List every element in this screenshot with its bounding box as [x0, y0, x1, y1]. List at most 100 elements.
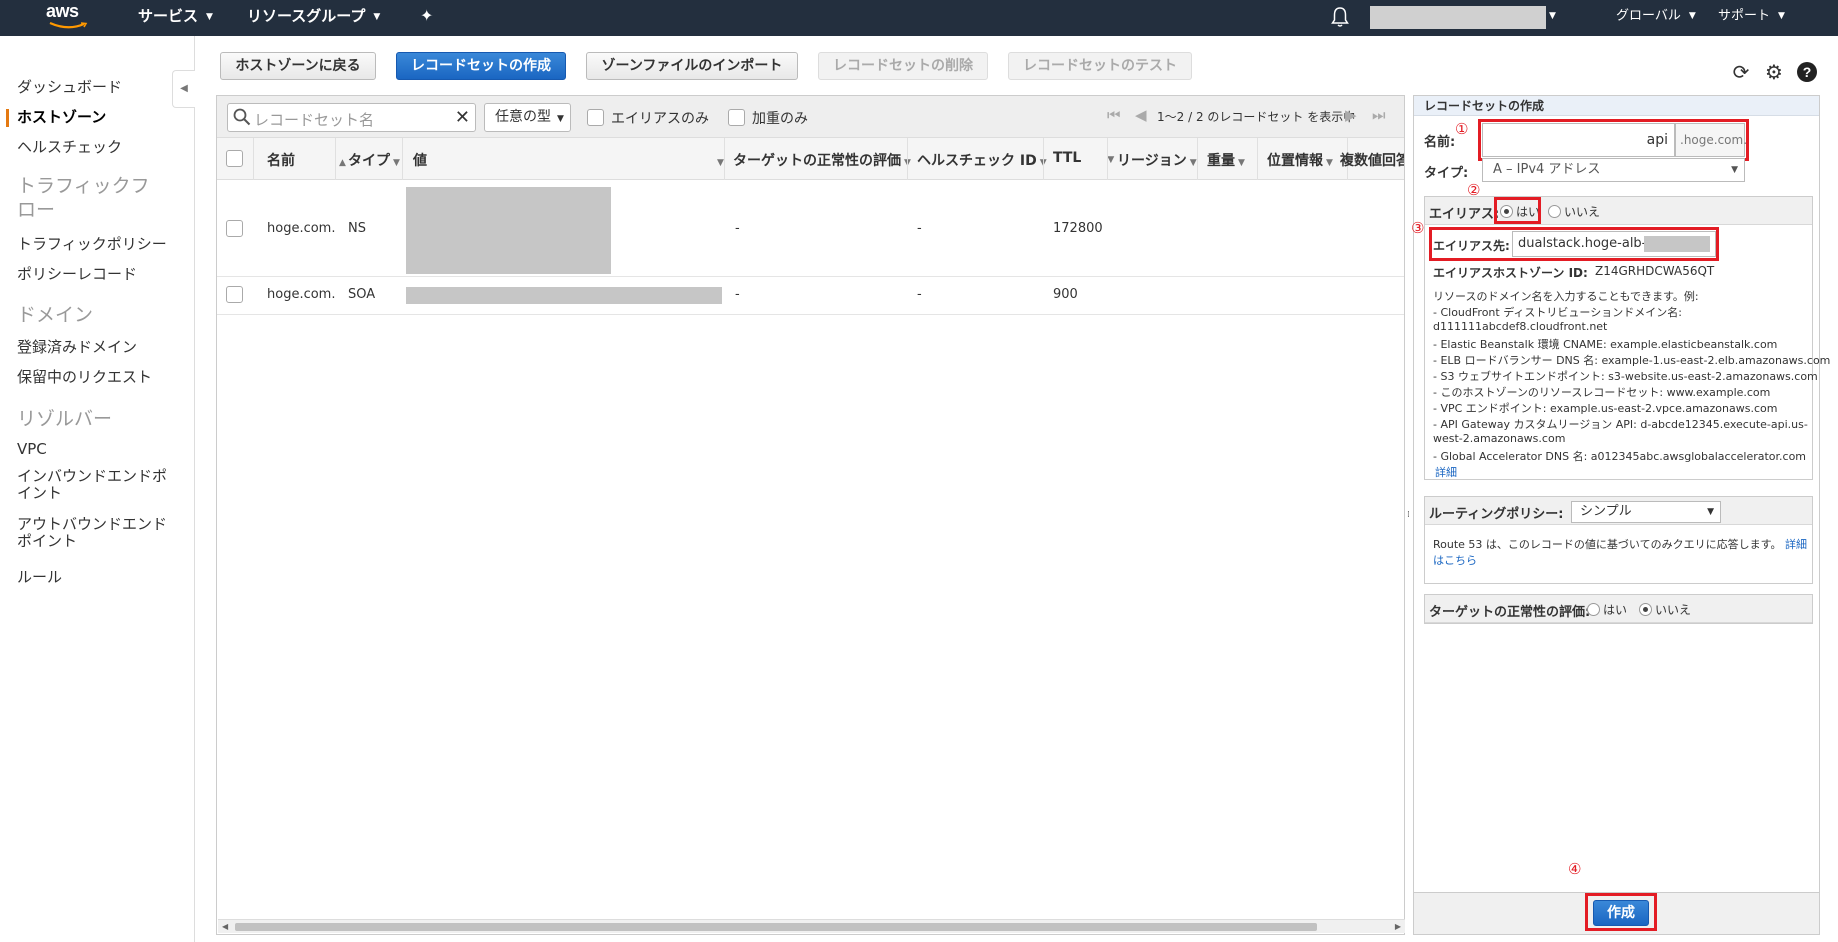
resource-groups-menu[interactable]: リソースグループ ▼	[247, 0, 380, 36]
routing-more-link[interactable]: はこちら	[1433, 552, 1477, 568]
record-health-check: -	[917, 287, 922, 302]
chevron-down-icon: ▼	[1107, 155, 1115, 165]
scroll-right-icon[interactable]: ▶	[1395, 920, 1401, 934]
panel-splitter-handle[interactable]: ⁞	[1407, 510, 1410, 520]
delete-record-set-button[interactable]: レコードセットの削除	[818, 52, 988, 80]
account-chevron-icon[interactable]: ▼	[1549, 0, 1556, 36]
table-row[interactable]: hoge.com. NS - - 172800	[217, 180, 1404, 277]
section-traffic-flow: トラフィックフロー	[17, 175, 150, 221]
collapse-sidebar-button[interactable]: ◀	[172, 70, 195, 108]
test-record-set-button[interactable]: レコードセットのテスト	[1008, 52, 1192, 80]
routing-label: ルーティングポリシー:	[1429, 507, 1564, 522]
last-page-icon[interactable]: ⏭	[1372, 106, 1386, 124]
column-ttl-label: TTL	[1053, 150, 1082, 166]
sidebar-item-outbound-endpoints[interactable]: アウトバウンドエンドポイント	[17, 516, 177, 550]
left-sidebar: ダッシュボード ホストゾーン ヘルスチェック トラフィックフロー トラフィックポ…	[0, 36, 195, 942]
refresh-icon[interactable]: ⟳	[1730, 61, 1752, 83]
column-header-health-check[interactable]: ヘルスチェック ID▼	[917, 150, 1047, 170]
record-target-health: -	[735, 287, 740, 302]
sidebar-item-registered-domains[interactable]: 登録済みドメイン	[17, 336, 137, 357]
services-label: サービス	[138, 7, 199, 25]
sidebar-item-hosted-zones[interactable]: ホストゾーン	[17, 106, 106, 127]
column-health-check-label: ヘルスチェック ID	[917, 153, 1037, 169]
region-menu[interactable]: グローバル ▼	[1616, 0, 1696, 36]
column-header-ttl[interactable]: TTL ▼	[1053, 150, 1114, 166]
horizontal-scrollbar[interactable]: ◀ ▶	[218, 919, 1405, 933]
scrollbar-thumb[interactable]	[235, 923, 1317, 931]
column-header-type[interactable]: タイプ ▼	[348, 150, 400, 170]
help-line: リソースのドメイン名を入力することもできます。例:	[1433, 290, 1699, 303]
type-filter-value: 任意の型	[495, 109, 551, 125]
weighted-only-label: 加重のみ	[752, 111, 808, 127]
sidebar-item-pending-requests[interactable]: 保留中のリクエスト	[17, 366, 152, 387]
section-domains: ドメイン	[17, 304, 94, 326]
search-input[interactable]: レコードセット名 ✕	[227, 103, 476, 132]
sidebar-item-inbound-endpoints[interactable]: インバウンドエンドポイント	[17, 468, 177, 502]
row-checkbox[interactable]	[226, 220, 243, 237]
column-header-target-health[interactable]: ターゲットの正常性の評価▼	[733, 150, 911, 170]
alias-no-radio[interactable]	[1548, 205, 1561, 218]
marker-4: ④	[1568, 860, 1582, 878]
health-eval-yes-radio[interactable]	[1587, 603, 1600, 616]
details-link[interactable]: 詳細	[1435, 464, 1457, 480]
alias-only-checkbox[interactable]	[587, 109, 604, 126]
top-nav: aws サービス ▼ リソースグループ ▼ ✦ ▼ グローバル ▼ サポート ▼	[0, 0, 1838, 36]
column-header-weight[interactable]: 重量 ▼	[1207, 150, 1245, 170]
table-row[interactable]: hoge.com. SOA - - 900	[217, 277, 1404, 315]
routing-section: ルーティングポリシー: シンプル ▼ Route 53 は、このレコードの値に基…	[1424, 496, 1813, 584]
help-icon[interactable]: ?	[1796, 61, 1818, 83]
column-header-value[interactable]: 値 ▼	[413, 150, 724, 170]
back-to-hosted-zones-button[interactable]: ホストゾーンに戻る	[220, 52, 376, 80]
row-checkbox[interactable]	[226, 286, 243, 303]
sidebar-item-health-checks[interactable]: ヘルスチェック	[17, 136, 122, 157]
gear-icon[interactable]: ⚙	[1763, 61, 1785, 83]
routing-select[interactable]: シンプル ▼	[1571, 501, 1721, 523]
help-line: - CloudFront ディストリビューションドメイン名:	[1433, 306, 1682, 319]
record-ttl: 900	[1053, 287, 1078, 302]
help-line: - S3 ウェブサイトエンドポイント: s3-website.us-east-2…	[1433, 370, 1818, 383]
bell-icon[interactable]	[1330, 6, 1350, 28]
prev-page-icon[interactable]: ◀	[1135, 106, 1147, 124]
sidebar-item-traffic-policies[interactable]: トラフィックポリシー	[17, 233, 167, 254]
chevron-left-icon: ◀	[180, 83, 188, 94]
highlight-box-create	[1585, 893, 1657, 931]
pin-icon[interactable]: ✦	[420, 0, 433, 36]
type-select[interactable]: A – IPv4 アドレス ▼	[1482, 158, 1745, 182]
health-eval-no-radio[interactable]	[1639, 603, 1652, 616]
record-value-redacted	[406, 187, 611, 274]
weighted-only-checkbox[interactable]	[728, 109, 745, 126]
first-page-icon[interactable]: ⏮	[1107, 106, 1121, 124]
sidebar-item-dashboard[interactable]: ダッシュボード	[17, 76, 122, 97]
support-menu[interactable]: サポート ▼	[1718, 0, 1785, 36]
column-header-region[interactable]: リージョン ▼	[1117, 150, 1197, 170]
next-page-icon[interactable]: ▶	[1345, 106, 1357, 124]
import-zone-file-button[interactable]: ゾーンファイルのインポート	[586, 52, 798, 80]
column-header-multivalue[interactable]: 複数値回答	[1340, 150, 1404, 170]
record-ttl: 172800	[1053, 221, 1103, 236]
record-value-redacted	[406, 287, 722, 304]
type-filter-select[interactable]: 任意の型 ▼	[484, 103, 571, 132]
routing-details-link[interactable]: 詳細	[1785, 538, 1807, 551]
select-all-checkbox[interactable]	[226, 150, 243, 167]
record-type: SOA	[348, 287, 376, 302]
sort-asc-icon: ▲	[339, 158, 346, 168]
sidebar-item-rules[interactable]: ルール	[17, 566, 62, 587]
sidebar-item-vpc[interactable]: VPC	[17, 440, 47, 458]
column-weight-label: 重量	[1207, 153, 1235, 169]
alias-only-label: エイリアスのみ	[611, 111, 709, 127]
chevron-down-icon: ▼	[206, 11, 213, 22]
column-target-health-label: ターゲットの正常性の評価	[733, 153, 901, 169]
record-sets-grid: レコードセット名 ✕ 任意の型 ▼ エイリアスのみ 加重のみ ⏮ ◀ 1～2 / …	[216, 95, 1405, 935]
aws-logo-text: aws	[46, 1, 79, 21]
chevron-down-icon: ▼	[1326, 158, 1333, 168]
sidebar-item-policy-records[interactable]: ポリシーレコード	[17, 263, 137, 284]
services-menu[interactable]: サービス ▼	[138, 0, 213, 36]
account-menu-redacted[interactable]	[1370, 6, 1546, 29]
create-record-set-button[interactable]: レコードセットの作成	[396, 52, 566, 80]
column-divider	[1257, 138, 1258, 180]
clear-search-icon[interactable]: ✕	[455, 107, 470, 128]
alias-zone-label: エイリアスホストゾーン ID:	[1433, 266, 1588, 280]
scroll-left-icon[interactable]: ◀	[222, 920, 228, 934]
aws-logo[interactable]: aws	[46, 1, 90, 32]
column-header-geo[interactable]: 位置情報 ▼	[1267, 150, 1333, 170]
